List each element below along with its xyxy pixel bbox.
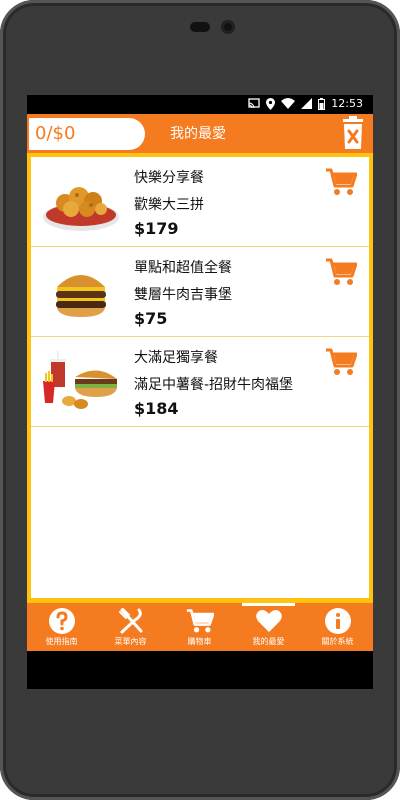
item-price: $184 bbox=[134, 399, 179, 418]
cart-icon bbox=[186, 609, 214, 633]
trash-clear-icon bbox=[343, 116, 363, 149]
list-item[interactable]: 大滿足獨享餐 滿足中薯餐-招財牛肉福堡 $184 bbox=[31, 337, 369, 427]
item-category: 大滿足獨享餐 bbox=[134, 350, 218, 366]
app-bar: 0/$0 我的最愛 bbox=[27, 114, 373, 153]
item-category: 單點和超值全餐 bbox=[134, 260, 232, 276]
active-tab-indicator bbox=[242, 603, 295, 606]
double-cheeseburger-image bbox=[41, 257, 121, 327]
tab-favorites[interactable]: 我的最愛 bbox=[234, 603, 303, 651]
status-bar: 12:53 bbox=[27, 95, 373, 114]
phone-screen: 12:53 0/$0 我的最愛 快樂分享餐 歡樂大三拼 $179 單點和超值全餐… bbox=[27, 95, 373, 689]
fork-knife-icon bbox=[118, 608, 142, 634]
clear-favorites-button[interactable] bbox=[341, 116, 365, 150]
cast-icon bbox=[248, 98, 260, 109]
fried-chicken-platter-image bbox=[41, 167, 121, 237]
list-item[interactable]: 單點和超值全餐 雙層牛肉吉事堡 $75 bbox=[31, 247, 369, 337]
speaker-grille bbox=[190, 22, 210, 32]
tab-label: 菜單內容 bbox=[114, 637, 147, 646]
bottom-navigation: 使用指南 菜單內容 購物車 我的最愛 關於系統 bbox=[27, 603, 373, 651]
heart-icon bbox=[255, 610, 282, 632]
signal-icon bbox=[301, 98, 313, 109]
tab-about[interactable]: 關於系統 bbox=[303, 603, 372, 651]
status-time: 12:53 bbox=[331, 97, 363, 110]
add-to-cart-button[interactable] bbox=[325, 257, 358, 287]
favorites-panel: 快樂分享餐 歡樂大三拼 $179 單點和超值全餐 雙層牛肉吉事堡 $75 大滿足… bbox=[27, 153, 373, 603]
battery-icon bbox=[318, 97, 326, 110]
burger-combo-meal-image bbox=[41, 347, 121, 417]
tab-user-guide[interactable]: 使用指南 bbox=[27, 603, 96, 651]
add-to-cart-button[interactable] bbox=[325, 347, 358, 377]
cart-icon bbox=[326, 168, 358, 195]
tab-menu[interactable]: 菜單內容 bbox=[96, 603, 165, 651]
item-name: 雙層牛肉吉事堡 bbox=[134, 287, 232, 303]
item-category: 快樂分享餐 bbox=[134, 170, 204, 186]
screen-bottom-area bbox=[27, 651, 373, 689]
item-name: 滿足中薯餐-招財牛肉福堡 bbox=[134, 377, 294, 393]
wifi-icon bbox=[281, 98, 296, 109]
tab-label: 購物車 bbox=[187, 637, 212, 646]
page-title: 我的最愛 bbox=[170, 126, 226, 142]
item-price: $75 bbox=[134, 309, 168, 328]
add-to-cart-button[interactable] bbox=[325, 167, 358, 197]
location-icon bbox=[266, 97, 276, 110]
front-camera bbox=[221, 20, 235, 34]
tab-label: 使用指南 bbox=[45, 637, 78, 646]
cart-icon bbox=[326, 348, 358, 375]
tab-label: 我的最愛 bbox=[252, 637, 285, 646]
list-item[interactable]: 快樂分享餐 歡樂大三拼 $179 bbox=[31, 157, 369, 247]
phone-device-frame: 12:53 0/$0 我的最愛 快樂分享餐 歡樂大三拼 $179 單點和超值全餐… bbox=[0, 0, 400, 800]
item-price: $179 bbox=[134, 219, 179, 238]
cart-total-counter: 0/$0 bbox=[29, 118, 145, 150]
item-name: 歡樂大三拼 bbox=[134, 197, 204, 213]
info-icon bbox=[324, 608, 351, 634]
cart-icon bbox=[326, 258, 358, 285]
favorites-list: 快樂分享餐 歡樂大三拼 $179 單點和超值全餐 雙層牛肉吉事堡 $75 大滿足… bbox=[31, 157, 369, 598]
tab-label: 關於系統 bbox=[321, 637, 354, 646]
help-icon bbox=[48, 608, 75, 634]
tab-cart[interactable]: 購物車 bbox=[165, 603, 234, 651]
